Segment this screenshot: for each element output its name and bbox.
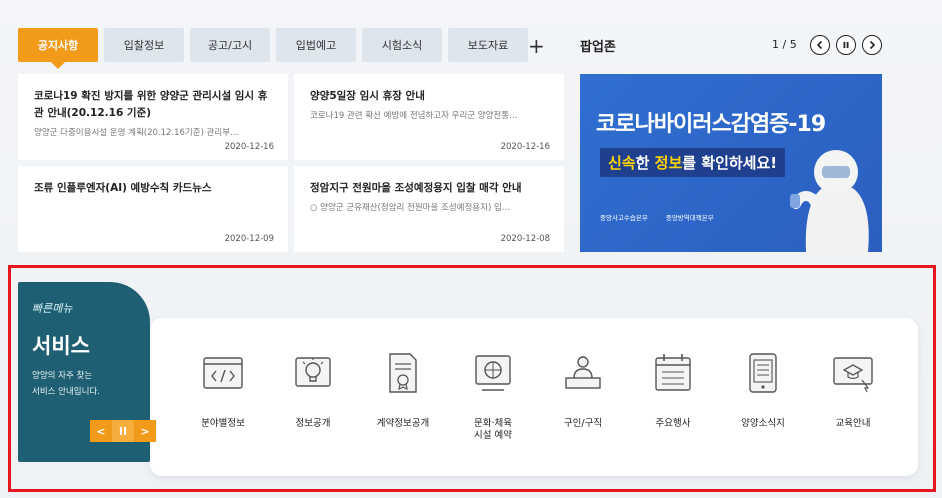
menu-label: 계약정보공개 [376,418,430,429]
menu-item-education[interactable]: 교육안내 [808,350,898,442]
news-item[interactable]: 양양5일장 임시 휴장 안내 코로나19 관련 확산 예방에 전념하고자 우리군… [294,74,564,160]
tab-announcement[interactable]: 공고/고시 [190,28,270,62]
service-pause-button[interactable]: II [112,420,134,442]
menu-item-newsletter[interactable]: 양양소식지 [718,350,808,442]
chevron-right-icon[interactable] [862,35,882,55]
news-date: 2020-12-09 [224,234,274,244]
menu-item-facility-reservation[interactable]: 문화·체육 시설 예약 [448,350,538,442]
banner-subline: 신속한 정보를 확인하세요! [600,148,786,177]
news-summary: 코로나19 관련 확산 예방에 전념하고자 우리군 양양전통… [310,111,518,121]
news-item[interactable]: 정암지구 전원마을 조성예정용지 입찰 매각 안내 ○ 양양군 군유재산(정암리… [294,166,564,252]
more-button[interactable]: + [528,34,545,58]
service-title: 서비스 [32,334,90,358]
person-desk-icon [565,356,601,389]
menu-label: 주요행사 [655,418,691,429]
tab-legislation[interactable]: 입법예고 [276,28,356,62]
menu-label: 교육안내 [835,418,871,429]
basketball-board-icon [475,355,511,391]
page: 공지사항 입찰정보 공고/고시 입법예고 시험소식 보도자료 + 코로나19 확… [0,0,942,498]
tablet-document-icon [749,353,777,393]
pause-icon[interactable] [836,35,856,55]
service-desc-line: 양양의 자주 찾는 [32,371,93,381]
service-description: 양양의 자주 찾는 서비스 안내입니다. [32,368,136,400]
menu-label: 정보공개 [295,418,331,429]
news-summary: 양양군 다중이용시설 운영 계획(20.12.16기준) 관리부… [34,128,239,138]
menu-item-field-info[interactable]: 분야별정보 [178,350,268,442]
quick-menu-list: 분야별정보 정보공개 계약정보공개 문화·체육 시설 예약 구인/구직 주요행사… [178,350,898,442]
menu-label: 구인/구직 [563,418,603,429]
menu-item-contract-info[interactable]: 계약정보공개 [358,350,448,442]
tab-bid[interactable]: 입찰정보 [104,28,184,62]
popup-banner[interactable]: 코로나바이러스감염증-19 신속한 정보를 확인하세요! 중앙사고수습본부 중앙… [580,74,882,252]
notice-tabs: 공지사항 입찰정보 공고/고시 입법예고 시험소식 보도자료 [18,28,528,69]
org-name: 중앙방역대책본부 [665,214,714,222]
menu-item-events[interactable]: 주요행사 [628,350,718,442]
news-title: 정암지구 전원마을 조성예정용지 입찰 매각 안내 [310,182,522,194]
contract-document-icon [389,353,417,393]
banner-rest: 를 확인하세요! [682,154,778,172]
news-title: 조류 인플루엔자(AI) 예방수칙 카드뉴스 [34,182,212,194]
service-next-button[interactable]: > [134,420,156,442]
quick-menu-script: 빠른메뉴 [32,302,73,315]
tab-notice[interactable]: 공지사항 [18,28,98,69]
news-summary: ○ 양양군 군유재산(정암리 전원마을 조성예정용지) 입… [310,203,511,213]
tab-exam-news[interactable]: 시험소식 [362,28,442,62]
chevron-left-icon[interactable] [810,35,830,55]
org-name: 중앙사고수습본부 [600,214,648,222]
code-window-icon [203,357,243,389]
popup-counter: 1 / 5 [772,38,797,51]
news-date: 2020-12-08 [500,234,550,244]
menu-label: 문화·체육 시설 예약 [474,418,512,441]
menu-item-info-disclosure[interactable]: 정보공개 [268,350,358,442]
banner-mid: 한 [635,154,655,172]
news-list: 코로나19 확진 방지를 위한 양양군 관리시설 임시 휴관 안내(20.12.… [18,74,564,254]
news-date: 2020-12-16 [224,142,274,152]
calendar-icon [655,354,691,391]
news-title: 양양5일장 임시 휴장 안내 [310,90,425,102]
service-desc-line: 서비스 안내입니다. [32,387,100,397]
service-prev-button[interactable]: < [90,420,112,442]
popup-zone-title: 팝업존 [580,40,616,55]
news-item[interactable]: 코로나19 확진 방지를 위한 양양군 관리시설 임시 휴관 안내(20.12.… [18,74,288,160]
menu-item-job[interactable]: 구인/구직 [538,350,628,442]
banner-highlight-info: 정보 [654,154,683,172]
banner-highlight-speed: 신속 [608,154,636,172]
news-title: 코로나19 확진 방지를 위한 양양군 관리시설 임시 휴관 안내(20.12.… [34,90,268,119]
menu-label: 분야별정보 [201,418,245,429]
graduation-screen-icon [833,357,873,393]
lightbulb-icon [295,357,331,387]
news-item[interactable]: 조류 인플루엔자(AI) 예방수칙 카드뉴스 2020-12-09 [18,166,288,252]
banner-organizations: 중앙사고수습본부 중앙방역대책본부 [600,212,714,222]
medical-worker-illustration [790,150,869,252]
tab-press[interactable]: 보도자료 [448,28,528,62]
news-date: 2020-12-16 [500,142,550,152]
service-controls: < II > [90,420,156,442]
menu-label: 양양소식지 [741,418,785,429]
